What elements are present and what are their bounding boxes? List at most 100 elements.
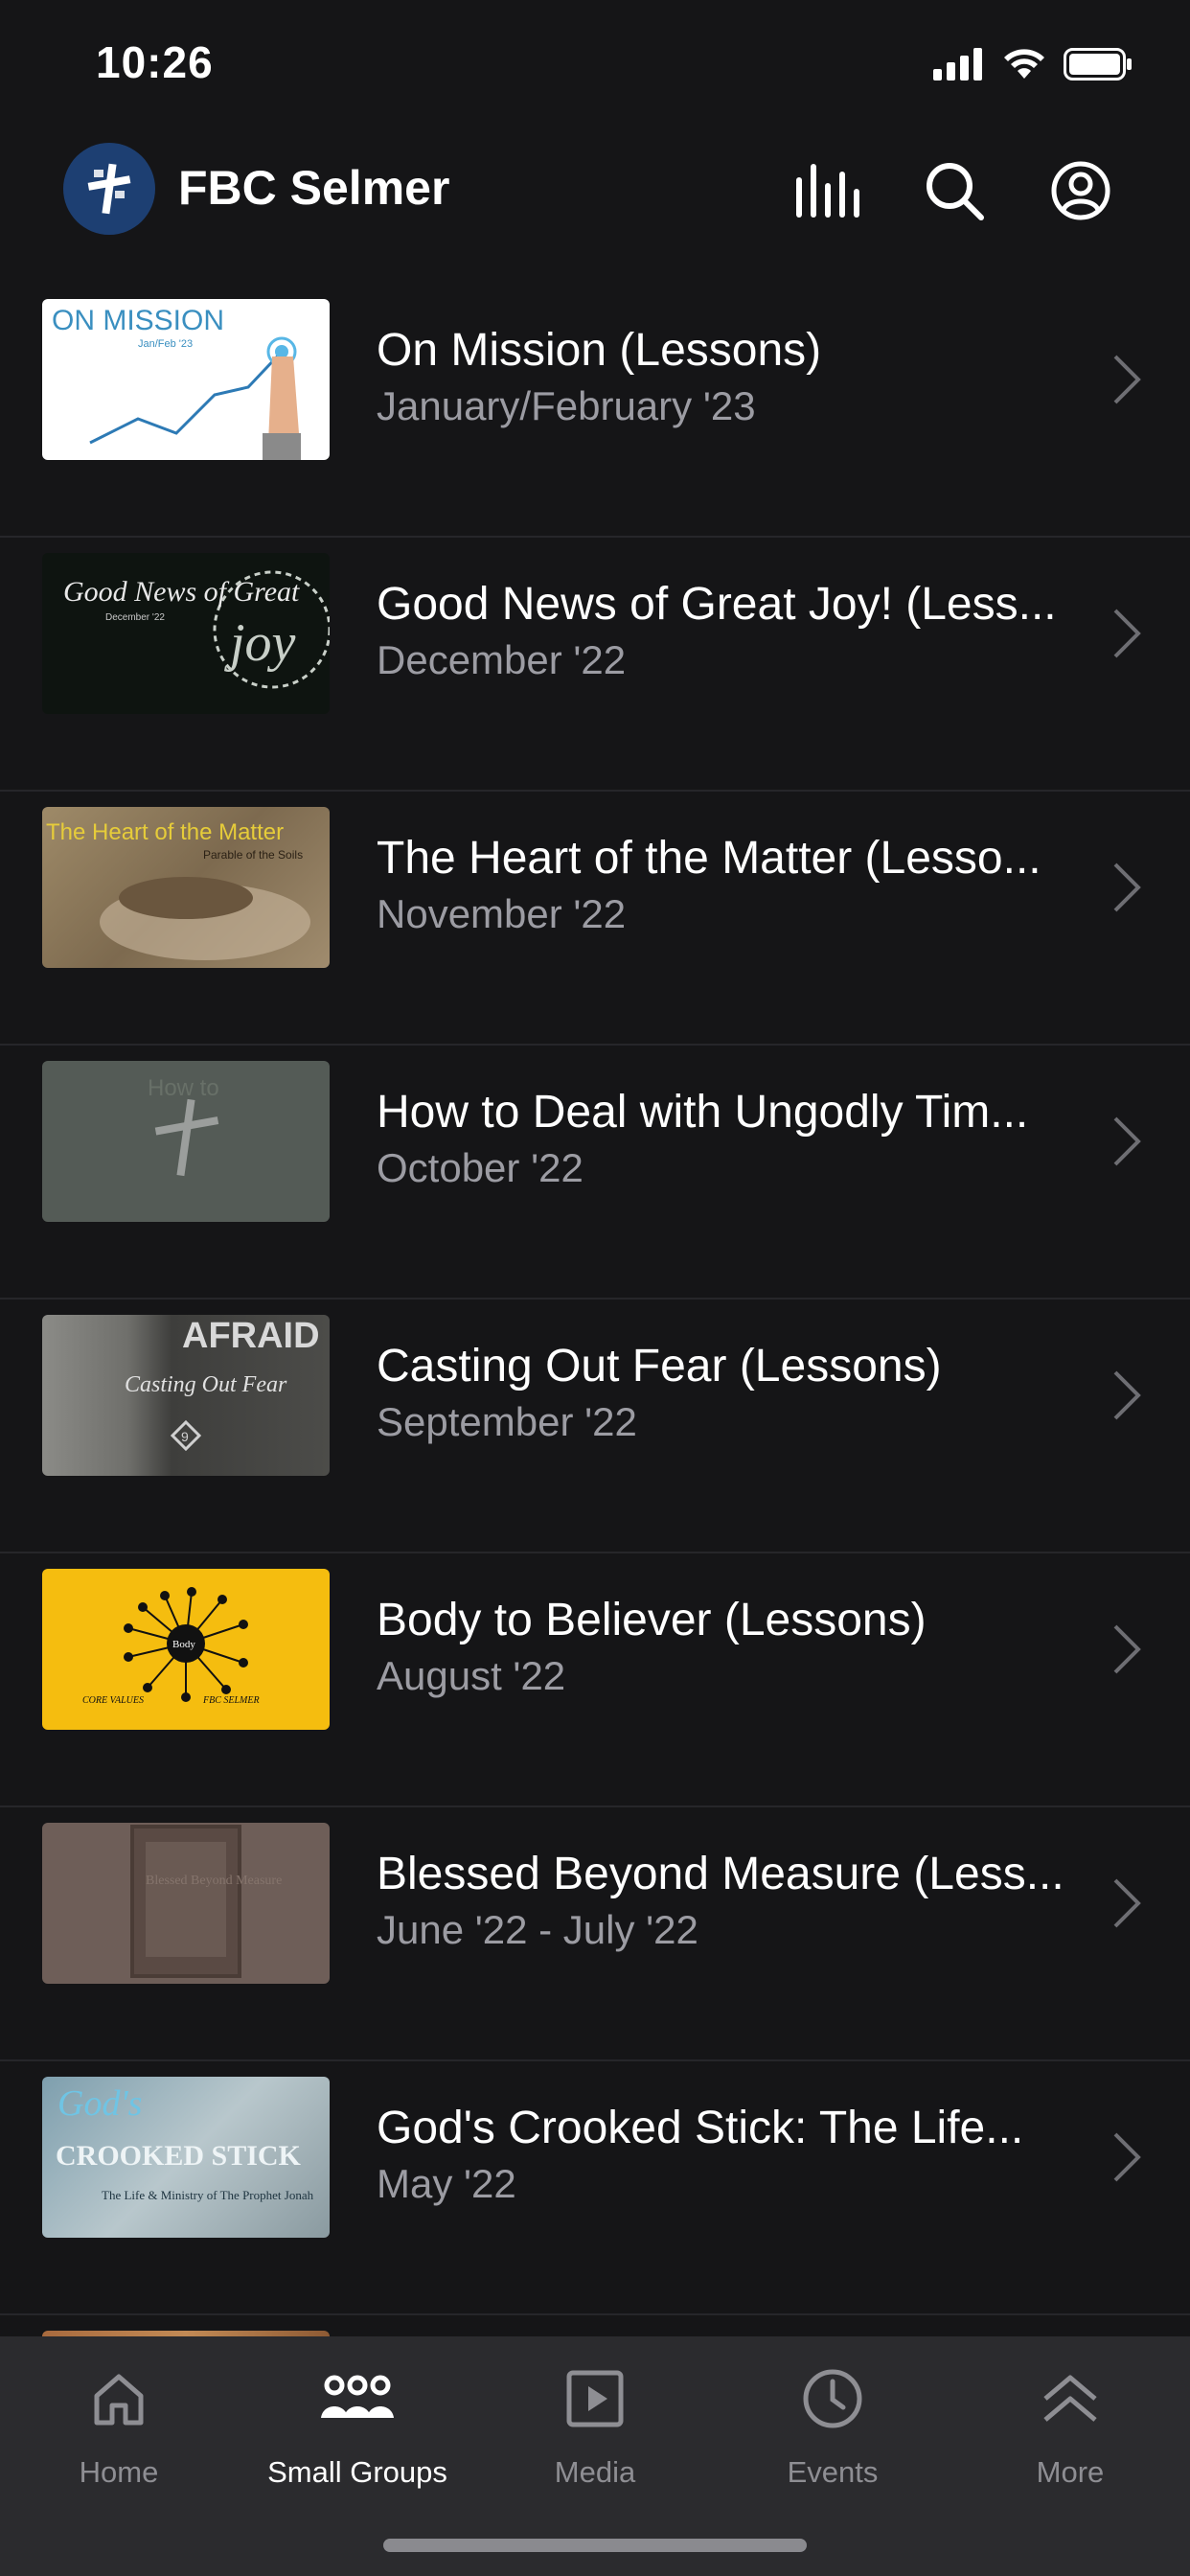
thumbnail-ungodly-times: How to — [42, 1061, 330, 1222]
thumbnail-art: God's CROOKED STICK The Life & Ministry … — [56, 2083, 314, 2202]
list-item[interactable]: AFRAID Casting Out Fear 9 Casting Out Fe… — [0, 1300, 1190, 1553]
item-title: Good News of Great Joy! (Less... — [377, 579, 1057, 630]
tab-more[interactable]: More — [951, 2356, 1189, 2499]
battery-icon — [1064, 48, 1132, 80]
thumb-sub: Parable of the Soils — [203, 848, 303, 862]
chevron-right-icon — [1113, 1624, 1141, 1674]
chevron-right-icon — [1113, 1116, 1141, 1166]
item-title: On Mission (Lessons) — [377, 325, 822, 376]
item-subtitle: May '22 — [377, 2161, 516, 2206]
cross-logo-icon — [87, 163, 131, 215]
status-icons — [933, 48, 1133, 80]
thumbnail-blessed-beyond-measure: Blessed Beyond Measure — [42, 1823, 330, 1984]
item-subtitle: December '22 — [377, 637, 627, 682]
tab-label: Small Groups — [267, 2455, 447, 2489]
thumb-word: CROOKED STICK — [56, 2140, 302, 2172]
item-title: The Heart of the Matter (Lesso... — [377, 833, 1041, 884]
item-title: How to Deal with Ungodly Tim... — [377, 1087, 1029, 1138]
thumbnail-art: The Heart of the Matter Parable of the S… — [46, 819, 310, 960]
list-item[interactable]: Good News of Great December '22 joy Good… — [0, 538, 1190, 792]
thumbnail-art: How to — [148, 1075, 219, 1177]
app-title: FBC Selmer — [178, 161, 450, 215]
thumb-right: FBC SELMER — [202, 1695, 260, 1706]
thumb-text: How to — [148, 1075, 219, 1101]
item-subtitle: August '22 — [377, 1653, 566, 1698]
thumbnail-art: AFRAID Casting Out Fear 9 — [125, 1316, 320, 1452]
thumb-text: Good News of Great — [63, 576, 300, 608]
item-title: Blessed Beyond Measure (Less... — [377, 1849, 1064, 1899]
app-header: FBC Selmer — [0, 129, 1190, 283]
item-subtitle: June '22 - July '22 — [377, 1907, 698, 1952]
chevron-right-icon — [1113, 2132, 1141, 2182]
user-circle-icon — [1051, 161, 1110, 220]
tab-events[interactable]: Events — [714, 2356, 951, 2499]
search-button[interactable] — [916, 152, 993, 229]
list-item[interactable]: How to How to Deal with Ungodly Tim... O… — [0, 1046, 1190, 1300]
tab-label: Events — [787, 2455, 879, 2489]
series-list: ON MISSION Jan/Feb '23 On Mission (Lesso… — [0, 284, 1190, 2336]
wifi-icon — [1004, 49, 1044, 79]
chevron-right-icon — [1113, 355, 1141, 404]
home-indicator[interactable] — [383, 2539, 807, 2552]
list-item[interactable]: ON MISSION Jan/Feb '23 On Mission (Lesso… — [0, 284, 1190, 538]
item-subtitle: November '22 — [377, 891, 627, 936]
item-subtitle: October '22 — [377, 1145, 584, 1190]
thumb-text: Blessed Beyond Measure — [146, 1874, 282, 1888]
thumbnail-gods-crooked-stick: God's CROOKED STICK The Life & Ministry … — [42, 2077, 330, 2238]
thumbnail-on-mission: ON MISSION Jan/Feb '23 — [42, 299, 330, 460]
item-subtitle: January/February '23 — [377, 383, 756, 428]
thumbnail-heart-of-matter: The Heart of the Matter Parable of the S… — [42, 807, 330, 968]
thumb-text: AFRAID — [182, 1316, 320, 1356]
thumbnail-good-news: Good News of Great December '22 joy — [42, 553, 330, 714]
signal-icon — [933, 48, 982, 80]
double-chevron-up-icon — [1027, 2356, 1113, 2442]
play-square-icon — [552, 2356, 638, 2442]
chevron-right-icon — [1113, 609, 1141, 658]
thumb-text: The Heart of the Matter — [46, 819, 284, 845]
thumbnail-casting-out-fear: AFRAID Casting Out Fear 9 — [42, 1315, 330, 1476]
status-time: 10:26 — [96, 37, 214, 87]
tab-label: Home — [79, 2455, 159, 2489]
thumb-sub: Jan/Feb '23 — [138, 338, 193, 350]
chevron-right-icon — [1113, 862, 1141, 912]
thumbnail-art: ON MISSION Jan/Feb '23 — [52, 305, 301, 460]
list-item[interactable]: Blessed Beyond Measure Blessed Beyond Me… — [0, 1807, 1190, 2061]
thumb-left: CORE VALUES — [82, 1695, 144, 1706]
tab-media[interactable]: Media — [476, 2356, 714, 2499]
audio-button[interactable] — [790, 152, 866, 229]
list-item[interactable]: The Heart of the Matter Parable of the S… — [0, 792, 1190, 1046]
tab-home[interactable]: Home — [0, 2356, 238, 2499]
thumb-sub: Casting Out Fear — [125, 1372, 287, 1397]
audio-bars-icon — [796, 164, 859, 218]
thumbnail-art: Good News of Great December '22 joy — [63, 570, 330, 689]
tab-label: More — [1036, 2455, 1105, 2489]
church-logo — [63, 143, 155, 235]
people-icon — [314, 2356, 400, 2442]
house-icon — [76, 2356, 162, 2442]
chevron-right-icon — [1113, 1878, 1141, 1928]
item-title: God's Crooked Stick: The Life... — [377, 2103, 1024, 2153]
thumb-text: Body — [172, 1639, 195, 1650]
thumb-text: God's — [57, 2083, 142, 2124]
profile-button[interactable] — [1042, 152, 1119, 229]
item-subtitle: September '22 — [377, 1399, 637, 1444]
item-title: Casting Out Fear (Lessons) — [377, 1341, 942, 1392]
thumb-word: joy — [224, 613, 296, 673]
chevron-right-icon — [1113, 1370, 1141, 1420]
thumb-sub: The Life & Ministry of The Prophet Jonah — [102, 2188, 314, 2202]
clock-icon — [790, 2356, 876, 2442]
list-item[interactable]: Body CORE VALUES FBC SELMER Body to Beli… — [0, 1553, 1190, 1807]
status-bar: 10:26 — [0, 0, 1190, 129]
thumbnail-body-to-believer: Body CORE VALUES FBC SELMER — [42, 1569, 330, 1730]
list-item[interactable] — [0, 2315, 1190, 2336]
search-icon — [927, 163, 984, 220]
thumbnail-art: Blessed Beyond Measure — [130, 1825, 282, 1978]
tab-small-groups[interactable]: Small Groups — [239, 2356, 476, 2499]
thumb-sub: December '22 — [105, 612, 165, 623]
tab-label: Media — [554, 2455, 636, 2489]
list-item[interactable]: God's CROOKED STICK The Life & Ministry … — [0, 2061, 1190, 2315]
thumb-text: ON MISSION — [52, 305, 224, 336]
svg-text:9: 9 — [181, 1429, 189, 1444]
thumbnail-art: Body CORE VALUES FBC SELMER — [82, 1587, 260, 1706]
item-title: Body to Believer (Lessons) — [377, 1595, 927, 1645]
